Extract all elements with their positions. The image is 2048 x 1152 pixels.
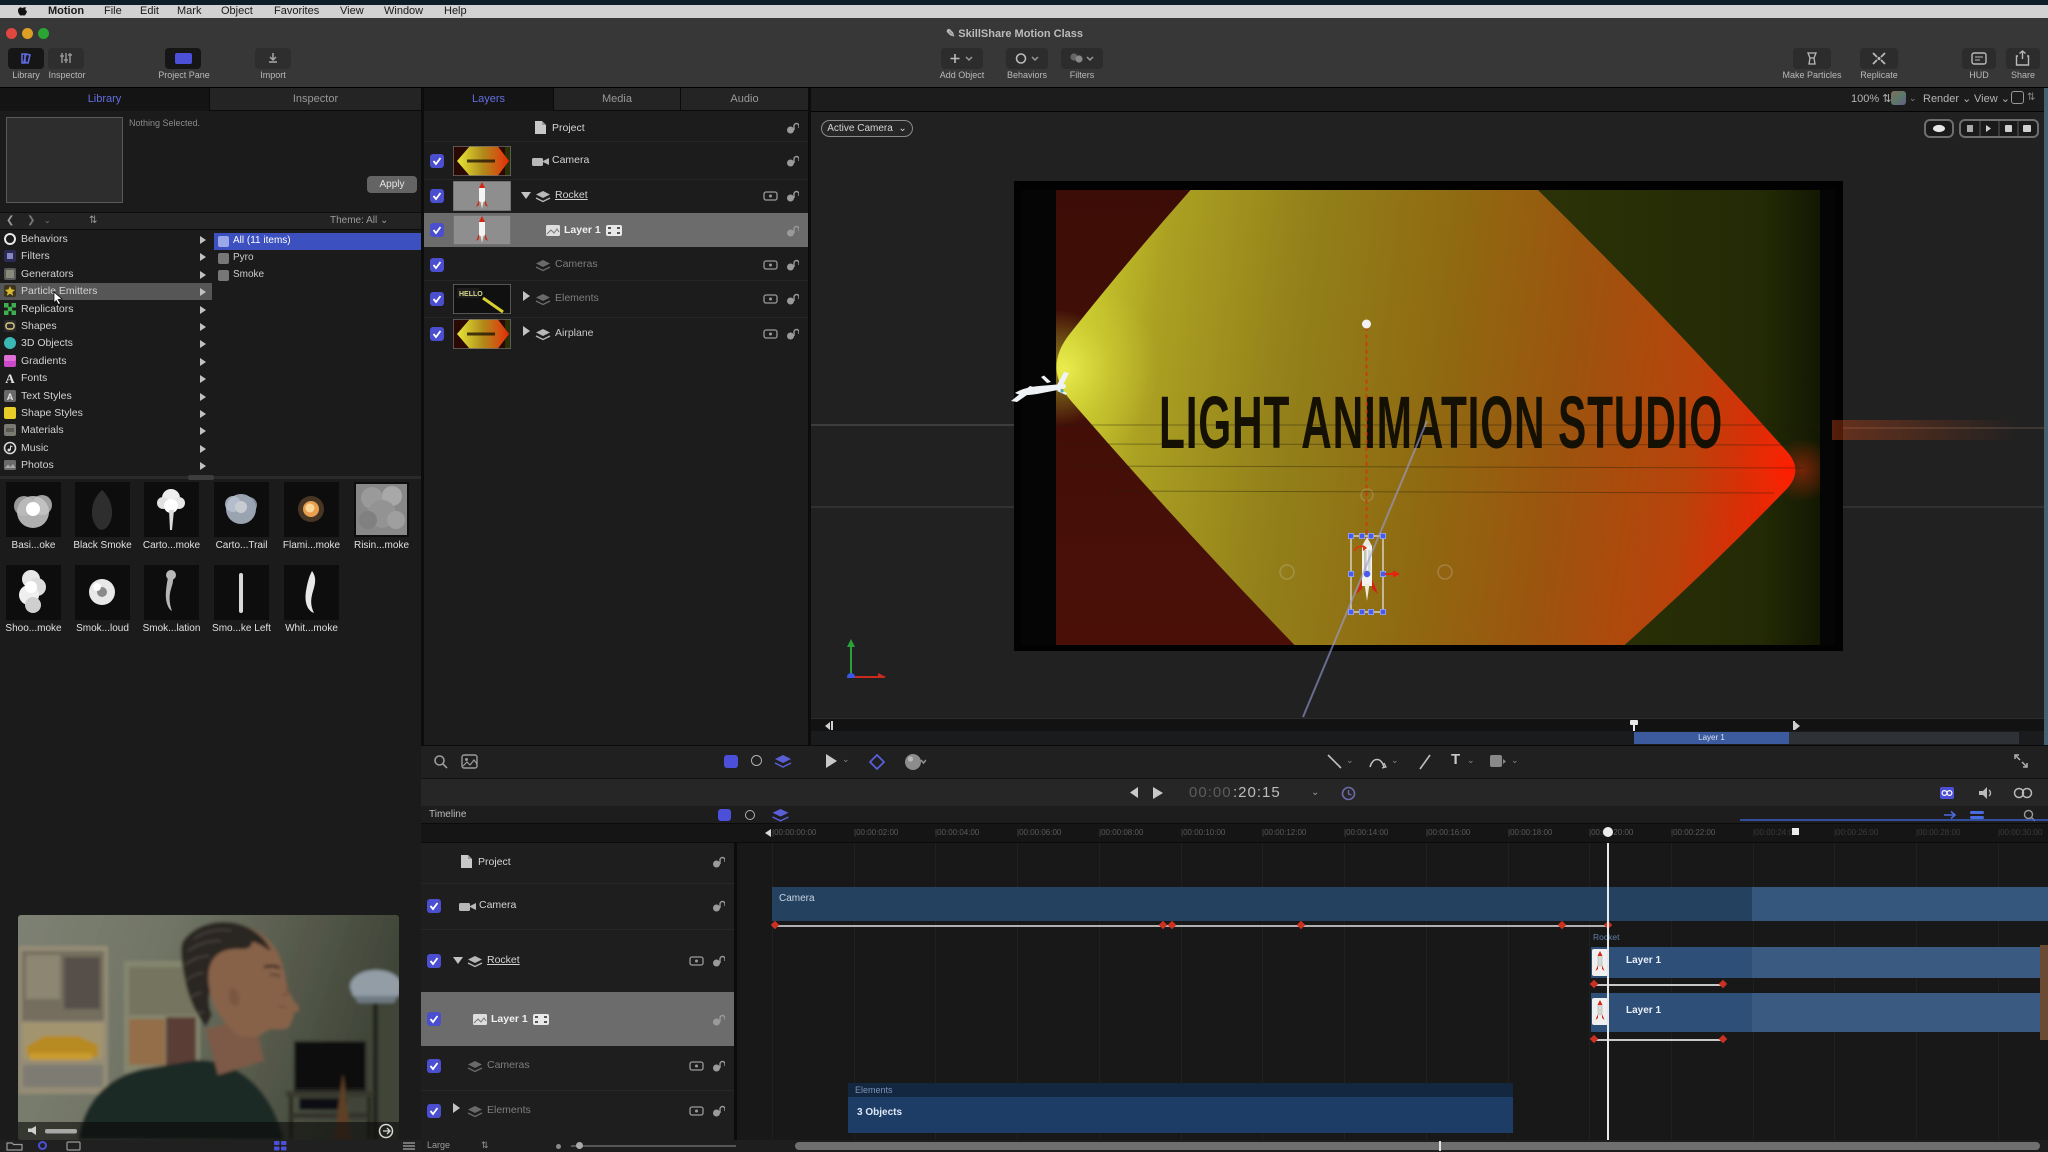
svg-text:HELLO: HELLO [459,291,483,298]
svg-text:A: A [5,371,15,385]
svg-text:A: A [7,392,14,402]
